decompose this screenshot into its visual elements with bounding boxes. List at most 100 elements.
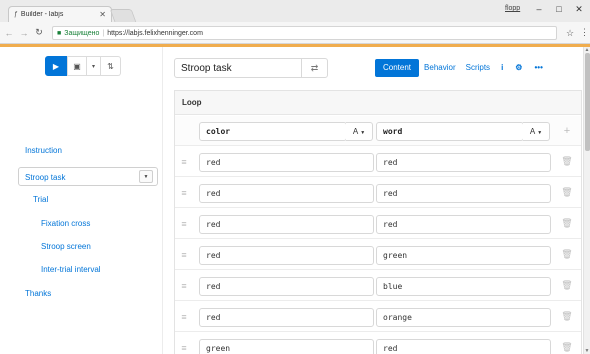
sidebar-item-fixation-cross[interactable]: Fixation cross <box>41 219 90 228</box>
save-icon: ▣ <box>73 61 81 71</box>
drag-handle-icon[interactable]: ≡ <box>179 188 189 198</box>
table-cell[interactable]: red <box>376 184 551 203</box>
tab-content[interactable]: Content <box>375 59 420 77</box>
chevron-down-icon: ▾ <box>91 63 95 70</box>
reload-icon[interactable]: ↻ <box>33 27 45 38</box>
lock-icon: ■ <box>57 29 62 37</box>
browser-user-label[interactable]: flopp <box>505 5 520 12</box>
sidebar-toolbar: ▶ ▣ ▾ ⇅ <box>45 56 121 76</box>
tab-scripts[interactable]: Scripts <box>461 59 495 77</box>
more-icon[interactable]: ••• <box>528 59 548 77</box>
trash-icon[interactable]: 🗑︎ <box>561 249 573 260</box>
save-button[interactable]: ▣ <box>67 56 87 76</box>
address-bar: ← → ↻ ■ Защищено | https://labjs.felixhe… <box>0 22 590 44</box>
table-cell[interactable]: orange <box>376 308 551 327</box>
table-cell[interactable]: red <box>199 153 374 172</box>
forward-icon[interactable]: → <box>18 28 30 38</box>
column-name-input[interactable]: color <box>199 122 347 141</box>
flask-icon: ƒ <box>14 11 18 18</box>
back-icon[interactable]: ← <box>3 28 15 38</box>
table-row: ≡ green red 🗑︎ <box>175 333 581 354</box>
browser-menu-icon[interactable]: ⋮ <box>580 27 589 38</box>
table-cell[interactable]: red <box>199 246 374 265</box>
url-separator: | <box>102 29 105 37</box>
bookmark-star-icon[interactable]: ☆ <box>566 28 574 39</box>
node-dropdown-button[interactable]: ▼ <box>139 170 153 183</box>
drag-handle-icon[interactable]: ≡ <box>179 343 189 353</box>
table-row: ≡ red red 🗑︎ <box>175 209 581 239</box>
drag-handle-icon[interactable]: ≡ <box>179 250 189 260</box>
table-cell[interactable]: red <box>376 339 551 354</box>
table-cell[interactable]: blue <box>376 277 551 296</box>
sidebar-item-thanks[interactable]: Thanks <box>25 289 51 298</box>
sidebar-item-inter-trial-interval[interactable]: Inter-trial interval <box>41 265 101 274</box>
maximize-icon[interactable]: □ <box>552 4 566 14</box>
trash-icon[interactable]: 🗑︎ <box>561 280 573 291</box>
play-icon: ▶ <box>52 61 60 71</box>
table-cell[interactable]: red <box>376 215 551 234</box>
tab-title: Builder - labjs <box>20 11 64 18</box>
column-type-button[interactable]: A ▼ <box>523 122 550 141</box>
table-row: ≡ red red 🗑︎ <box>175 147 581 177</box>
table-cell[interactable]: green <box>199 339 374 354</box>
new-tab-button[interactable] <box>109 9 137 22</box>
main-panel: Stroop task ⇄ Content Behavior Scripts i… <box>164 47 583 354</box>
add-column-icon[interactable]: + <box>561 125 573 137</box>
table-cell[interactable]: red <box>199 215 374 234</box>
url-field[interactable]: ■ Защищено | https://labjs.felixhenninge… <box>52 26 557 40</box>
loop-header-row: color A ▼ word A ▼ + <box>175 116 581 146</box>
scroll-thumb[interactable] <box>585 53 590 151</box>
browser-tab[interactable]: ƒ Builder - labjs ✕ <box>8 6 112 22</box>
component-name-field[interactable]: Stroop task ⇄ <box>174 58 328 78</box>
close-tab-icon[interactable]: ✕ <box>99 10 106 19</box>
app: ▶ ▣ ▾ ⇅ ▼ Instruction Stroop task Trial … <box>0 47 583 354</box>
drag-handle-icon[interactable]: ≡ <box>179 219 189 229</box>
text-type-icon: A <box>352 127 359 136</box>
swap-icon[interactable]: ⇄ <box>301 59 327 77</box>
column-type-button[interactable]: A ▼ <box>346 122 373 141</box>
secure-label: Защищено <box>64 29 100 37</box>
table-cell[interactable]: green <box>376 246 551 265</box>
url-text: https://labjs.felixhenninger.com <box>107 29 203 37</box>
sidebar-item-instruction[interactable]: Instruction <box>25 146 62 155</box>
trash-icon[interactable]: 🗑︎ <box>561 187 573 198</box>
minimize-icon[interactable]: – <box>532 4 546 14</box>
options-button[interactable]: ⇅ <box>101 56 121 76</box>
drag-handle-icon[interactable]: ≡ <box>179 281 189 291</box>
info-icon[interactable]: i <box>495 59 509 77</box>
save-dropdown-button[interactable]: ▾ <box>87 56 101 76</box>
sidebar-item-stroop-task[interactable]: Stroop task <box>25 173 65 182</box>
trash-icon[interactable]: 🗑︎ <box>561 156 573 167</box>
sidebar-item-stroop-screen[interactable]: Stroop screen <box>41 242 91 251</box>
chevron-down-icon: ▼ <box>537 130 543 136</box>
page-scrollbar[interactable]: ▲ ▼ <box>583 47 590 354</box>
browser-titlebar: ƒ Builder - labjs ✕ flopp – □ ✕ <box>0 0 590 22</box>
sidebar: ▶ ▣ ▾ ⇅ ▼ Instruction Stroop task Trial … <box>0 47 163 354</box>
trash-icon[interactable]: 🗑︎ <box>561 342 573 353</box>
sidebar-item-trial[interactable]: Trial <box>33 195 48 204</box>
drag-handle-icon[interactable]: ≡ <box>179 312 189 322</box>
run-button[interactable]: ▶ <box>45 56 67 76</box>
loop-panel: Loop color A ▼ word A ▼ + ≡ red red 🗑︎ ≡… <box>174 90 582 354</box>
tab-behavior[interactable]: Behavior <box>419 59 461 77</box>
table-cell[interactable]: red <box>376 153 551 172</box>
gear-icon[interactable]: ⚙ <box>509 59 528 77</box>
table-cell[interactable]: red <box>199 184 374 203</box>
column-name-input[interactable]: word <box>376 122 524 141</box>
component-name[interactable]: Stroop task <box>175 63 301 74</box>
table-row: ≡ red green 🗑︎ <box>175 240 581 270</box>
sliders-icon: ⇅ <box>107 61 114 71</box>
table-row: ≡ red orange 🗑︎ <box>175 302 581 332</box>
trash-icon[interactable]: 🗑︎ <box>561 218 573 229</box>
table-cell[interactable]: red <box>199 308 374 327</box>
table-row: ≡ red blue 🗑︎ <box>175 271 581 301</box>
trash-icon[interactable]: 🗑︎ <box>561 311 573 322</box>
chevron-down-icon: ▼ <box>360 130 366 136</box>
scroll-down-icon[interactable]: ▼ <box>584 348 590 354</box>
table-cell[interactable]: red <box>199 277 374 296</box>
editor-tabs: Content Behavior Scripts i ⚙ ••• <box>375 59 549 77</box>
drag-handle-icon[interactable]: ≡ <box>179 157 189 167</box>
text-type-icon: A <box>529 127 536 136</box>
close-window-icon[interactable]: ✕ <box>572 4 586 15</box>
loop-title: Loop <box>175 91 581 115</box>
